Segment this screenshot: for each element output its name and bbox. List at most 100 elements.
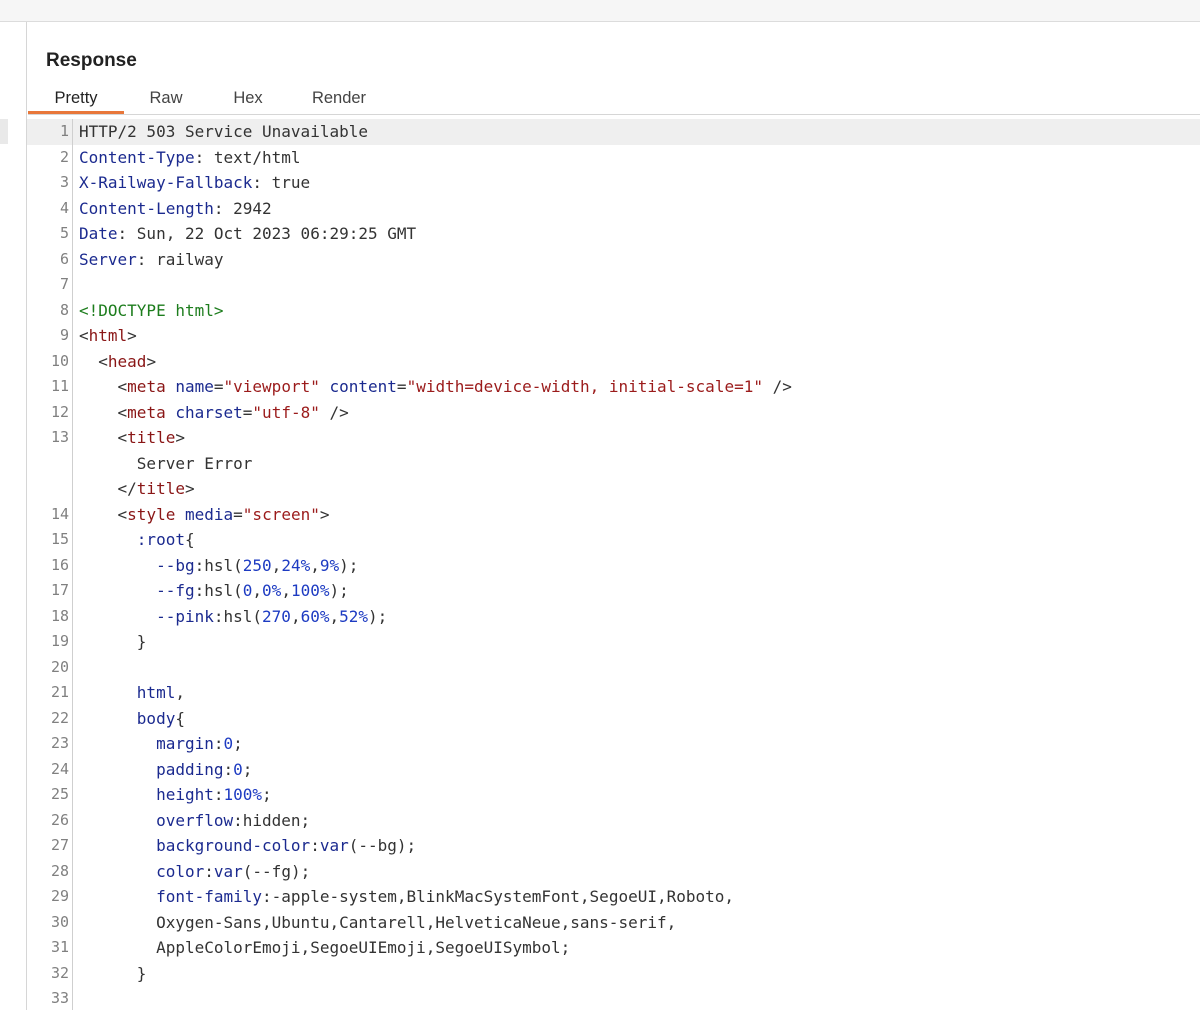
code-token: :hsl( — [194, 581, 243, 600]
code-text: } — [73, 961, 147, 987]
code-text: Content-Length: 2942 — [73, 196, 272, 222]
code-token: --fg — [79, 581, 195, 600]
code-token: --pink — [79, 606, 214, 626]
code-token: meta — [127, 377, 166, 396]
code-text: </title> — [73, 476, 195, 502]
code-line[interactable]: 7 — [27, 272, 1200, 298]
code-line[interactable]: 24 padding:0; — [27, 756, 1200, 783]
line-number: 3 — [27, 170, 73, 196]
code-line[interactable]: 33 — [27, 986, 1200, 1010]
code-line[interactable]: 8 <!DOCTYPE html> — [27, 297, 1200, 323]
code-token: :-apple-system,BlinkMacSystemFont,SegoeU… — [262, 887, 735, 906]
code-token: , — [271, 555, 282, 575]
code-line[interactable]: 16 --bg:hsl(250,24%,9%); — [27, 552, 1200, 578]
code-token: = — [242, 402, 253, 422]
code-line[interactable]: 26 overflow:hidden; — [27, 807, 1200, 833]
line-number: 4 — [27, 195, 73, 221]
tab-raw[interactable]: Raw — [124, 86, 208, 114]
code-line[interactable]: 31 AppleColorEmoji,SegoeUIEmoji,SegoeUIS… — [27, 935, 1200, 961]
line-number: 16 — [27, 552, 73, 578]
code-text: :root{ — [73, 527, 195, 553]
code-token: var — [319, 836, 349, 855]
code-line[interactable]: 13 <title> — [27, 425, 1200, 451]
code-line[interactable]: 32 } — [27, 960, 1200, 987]
code-line[interactable]: 29 font-family:-apple-system,BlinkMacSys… — [27, 884, 1200, 910]
code-text: font-family:-apple-system,BlinkMacSystem… — [73, 884, 734, 910]
line-number: 14 — [27, 501, 73, 527]
code-text: html, — [73, 680, 185, 706]
code-token: : text/html — [194, 147, 301, 167]
code-text: body{ — [73, 706, 185, 732]
code-token: < — [79, 428, 128, 447]
code-line[interactable]: 19 } — [27, 629, 1200, 655]
code-token: : — [204, 861, 214, 881]
code-token: (--fg); — [242, 861, 311, 881]
code-line[interactable]: 11 <meta name="viewport" content="width=… — [27, 374, 1200, 400]
code-line[interactable]: 14 <style media="screen"> — [27, 501, 1200, 527]
tab-divider — [28, 114, 1200, 115]
code-token: : — [213, 785, 224, 804]
code-token: var — [213, 861, 243, 881]
code-line[interactable]: 30 Oxygen-Sans,Ubuntu,Cantarell,Helvetic… — [27, 909, 1200, 935]
code-line[interactable]: 10 <head> — [27, 348, 1200, 374]
code-token: :hsl( — [213, 606, 263, 626]
tab-pretty[interactable]: Pretty — [28, 86, 124, 114]
code-line[interactable]: 3 X-Railway-Fallback: true — [27, 170, 1200, 196]
code-line-wrapped[interactable]: Server Error — [27, 450, 1200, 476]
code-token: } — [79, 632, 147, 651]
current-line-marker — [0, 119, 8, 144]
code-line[interactable]: 12 <meta charset="utf-8" /> — [27, 399, 1200, 425]
code-token: 0 — [242, 581, 253, 600]
code-token: Server — [79, 249, 137, 269]
code-line[interactable]: 4 Content-Length: 2942 — [27, 195, 1200, 222]
line-number: 32 — [27, 960, 73, 986]
response-editor[interactable]: 1 HTTP/2 503 Service Unavailable 2 Content-… — [27, 119, 1200, 1010]
code-line[interactable]: 5 Date: Sun, 22 Oct 2023 06:29:25 GMT — [27, 221, 1200, 247]
code-token: > — [184, 479, 195, 498]
code-line[interactable]: 25 height:100%; — [27, 782, 1200, 808]
code-token: ); — [368, 606, 388, 626]
code-text: padding:0; — [73, 757, 252, 783]
code-line[interactable]: 20 — [27, 654, 1200, 681]
tab-hex[interactable]: Hex — [208, 86, 288, 114]
code-line[interactable]: 18 --pink:hsl(270,60%,52%); — [27, 603, 1200, 629]
code-text: X-Railway-Fallback: true — [73, 170, 310, 196]
code-text: margin:0; — [73, 731, 243, 757]
code-text: Content-Type: text/html — [73, 145, 301, 171]
line-number: 20 — [27, 654, 73, 680]
line-number: 25 — [27, 782, 73, 808]
code-token: "screen" — [242, 504, 320, 524]
code-line[interactable]: 22 body{ — [27, 705, 1200, 732]
code-line[interactable]: 28 color:var(--fg); — [27, 858, 1200, 885]
line-number: 1 — [27, 119, 73, 145]
code-token: title — [136, 479, 185, 498]
code-token: content — [329, 377, 397, 396]
line-number: 9 — [27, 323, 73, 349]
code-line-wrapped[interactable]: </title> — [27, 476, 1200, 502]
code-line[interactable]: 23 margin:0; — [27, 731, 1200, 757]
code-line[interactable]: 9 <html> — [27, 323, 1200, 349]
code-text: Date: Sun, 22 Oct 2023 06:29:25 GMT — [73, 221, 416, 247]
code-token: 100% — [290, 581, 330, 600]
line-number: 22 — [27, 705, 73, 731]
code-token: : railway — [136, 249, 224, 269]
code-token: height — [79, 785, 214, 804]
code-token: > — [146, 351, 157, 371]
code-text: HTTP/2 503 Service Unavailable — [73, 119, 368, 145]
code-line[interactable]: 1 HTTP/2 503 Service Unavailable — [27, 119, 1200, 145]
code-line[interactable]: 17 --fg:hsl(0,0%,100%); — [27, 578, 1200, 604]
code-line[interactable]: 6 Server: railway — [27, 246, 1200, 272]
code-line[interactable]: 27 background-color:var(--bg); — [27, 833, 1200, 859]
code-line[interactable]: 21 html, — [27, 680, 1200, 706]
code-line[interactable]: 15 :root{ — [27, 527, 1200, 553]
view-tabs: Pretty Raw Hex Render — [28, 86, 390, 114]
code-text: color:var(--fg); — [73, 859, 310, 885]
line-number: 2 — [27, 144, 73, 170]
code-token: :hsl( — [194, 555, 243, 575]
line-number: 10 — [27, 348, 73, 374]
tab-render[interactable]: Render — [288, 86, 390, 114]
code-line[interactable]: 2 Content-Type: text/html — [27, 144, 1200, 171]
code-token: 0% — [262, 581, 282, 600]
